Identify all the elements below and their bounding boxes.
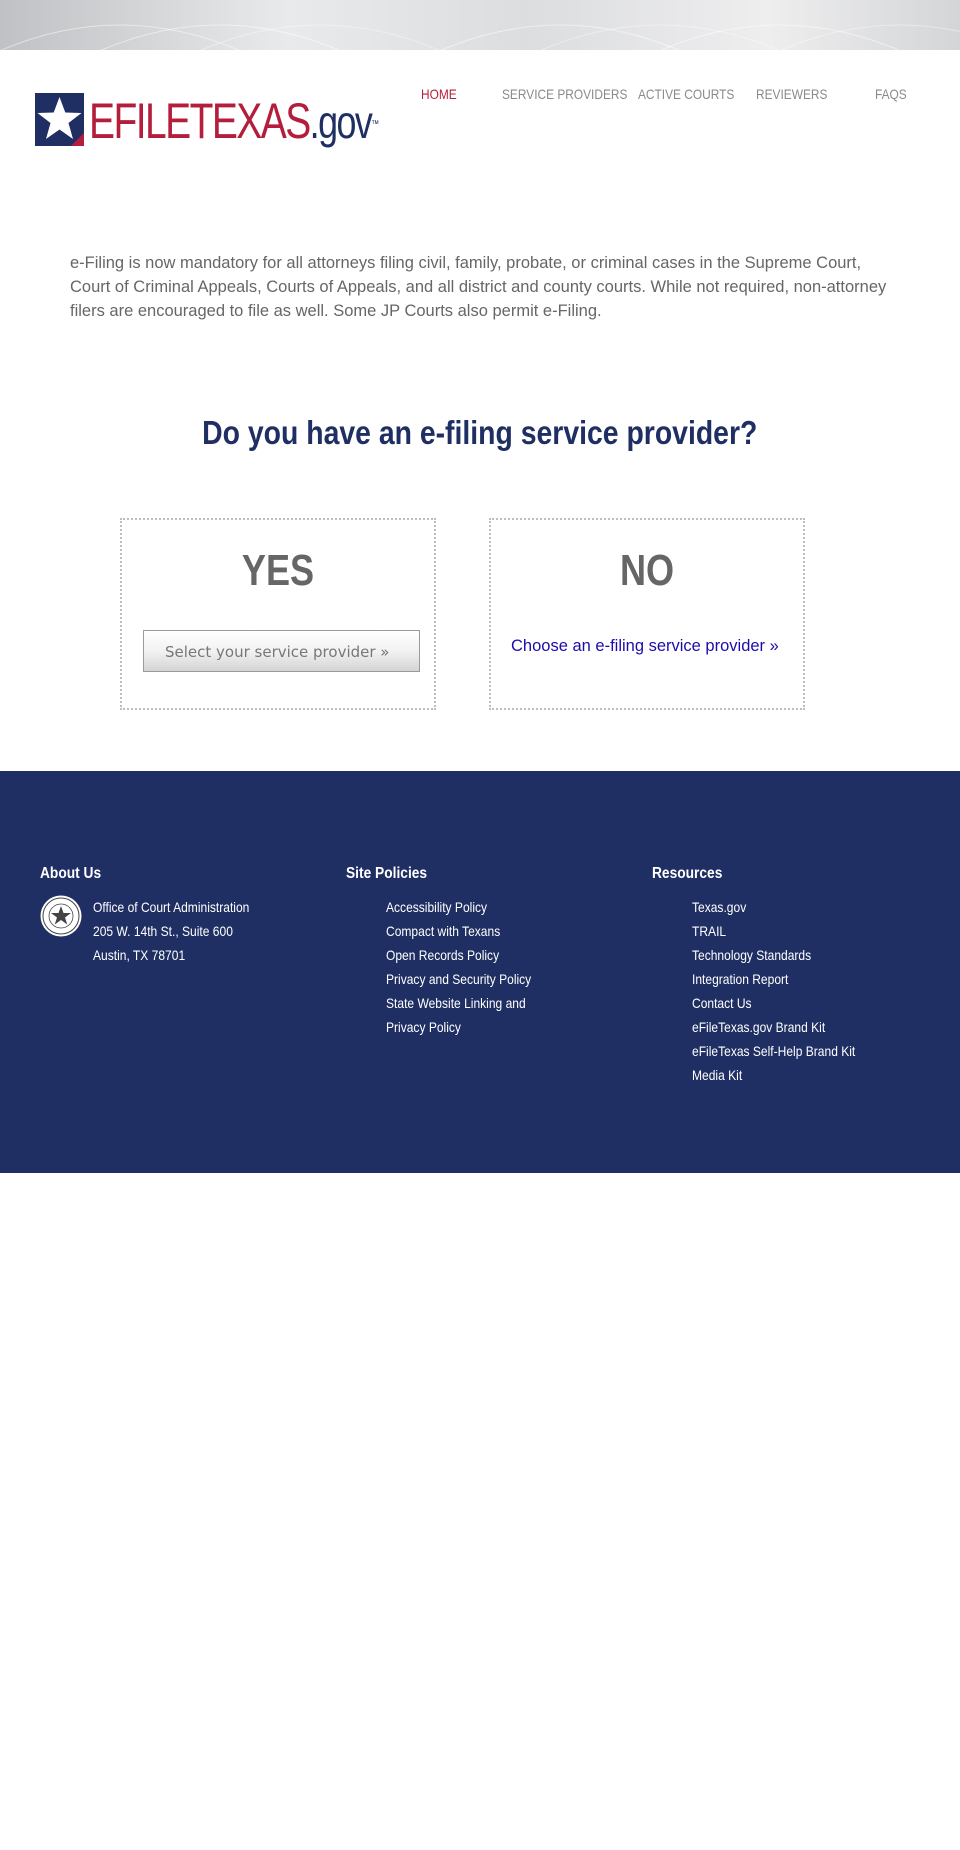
- policy-link-website-linking[interactable]: State Website Linking and: [386, 995, 526, 1011]
- policy-link-compact[interactable]: Compact with Texans: [386, 923, 500, 939]
- yes-box: YES Select your service provider »: [120, 518, 436, 710]
- provider-question: Do you have an e-filing service provider…: [0, 414, 960, 452]
- policy-link-privacy-policy[interactable]: Privacy Policy: [386, 1019, 461, 1035]
- no-title: NO: [491, 546, 803, 596]
- list-item: Privacy and Security Policy: [386, 967, 531, 991]
- resource-link-trail[interactable]: TRAIL: [692, 923, 726, 939]
- resource-link-brand-kit[interactable]: eFileTexas.gov Brand Kit: [692, 1019, 825, 1035]
- policy-link-open-records[interactable]: Open Records Policy: [386, 947, 499, 963]
- footer-resources: Resources Texas.gov TRAIL Technology Sta…: [652, 865, 855, 1083]
- list-item: eFileTexas.gov Brand Kit: [692, 1015, 855, 1039]
- banner-pattern: [0, 24, 960, 50]
- policies-list: Accessibility Policy Compact with Texans…: [386, 895, 555, 1039]
- nav-active-courts[interactable]: ACTIVE COURTS: [638, 86, 734, 102]
- yes-title-text: YES: [241, 546, 315, 595]
- list-item: Technology Standards: [692, 943, 855, 967]
- resource-link-media-kit[interactable]: Media Kit: [692, 1067, 742, 1083]
- list-item: Media Kit: [692, 1063, 855, 1087]
- list-item: Open Records Policy: [386, 943, 531, 967]
- footer-resources-heading: Resources: [652, 865, 723, 882]
- main-nav: HOME SERVICE PROVIDERS ACTIVE COURTS REV…: [0, 86, 960, 108]
- address-line: Office of Court Administration: [93, 899, 250, 915]
- select-service-provider-button[interactable]: Select your service provider »: [143, 630, 420, 672]
- address-line: 205 W. 14th St., Suite 600: [93, 923, 233, 939]
- resource-link-technology-standards[interactable]: Technology Standards: [692, 947, 811, 963]
- resource-link-texas-gov[interactable]: Texas.gov: [692, 899, 746, 915]
- resource-link-self-help-brand-kit[interactable]: eFileTexas Self-Help Brand Kit: [692, 1043, 855, 1059]
- no-title-text: NO: [619, 546, 675, 595]
- policy-link-accessibility[interactable]: Accessibility Policy: [386, 899, 487, 915]
- list-item: TRAIL: [692, 919, 855, 943]
- resource-link-integration-report[interactable]: Integration Report: [692, 971, 788, 987]
- list-item: Texas.gov: [692, 895, 855, 919]
- header-banner: [0, 0, 960, 50]
- resources-list: Texas.gov TRAIL Technology Standards Int…: [692, 895, 882, 1087]
- list-item: Contact Us: [692, 991, 855, 1015]
- nav-reviewers[interactable]: REVIEWERS: [756, 86, 827, 102]
- address-line: Austin, TX 78701: [93, 947, 186, 963]
- nav-faqs[interactable]: FAQS: [875, 86, 907, 102]
- footer-about: About Us Office of Court Administration …: [40, 865, 249, 963]
- provider-question-text: Do you have an e-filing service provider…: [202, 414, 758, 451]
- list-item: Accessibility Policy: [386, 895, 531, 919]
- list-item: Integration Report: [692, 967, 855, 991]
- footer-policies: Site Policies Accessibility Policy Compa…: [346, 865, 531, 1035]
- footer-address: Office of Court Administration 205 W. 14…: [93, 895, 275, 967]
- nav-service-providers[interactable]: SERVICE PROVIDERS: [502, 86, 627, 102]
- footer-about-heading: About Us: [40, 865, 102, 882]
- list-item: eFileTexas Self-Help Brand Kit: [692, 1039, 855, 1063]
- policy-link-privacy-security[interactable]: Privacy and Security Policy: [386, 971, 531, 987]
- logo-trademark: ™: [371, 119, 379, 130]
- nav-home[interactable]: HOME: [421, 86, 457, 102]
- intro-text: e-Filing is now mandatory for all attorn…: [70, 254, 887, 320]
- list-item: Compact with Texans: [386, 919, 531, 943]
- choose-service-provider-link[interactable]: Choose an e-filing service provider »: [511, 637, 779, 656]
- no-box: NO Choose an e-filing service provider »: [489, 518, 805, 710]
- yes-title: YES: [122, 546, 434, 596]
- list-item: State Website Linking and: [386, 991, 531, 1015]
- site-footer: About Us Office of Court Administration …: [0, 771, 960, 1173]
- footer-policies-heading: Site Policies: [346, 865, 428, 882]
- resource-link-contact-us[interactable]: Contact Us: [692, 995, 752, 1011]
- texas-seal-icon: [40, 895, 82, 937]
- list-item: Privacy Policy: [386, 1015, 531, 1039]
